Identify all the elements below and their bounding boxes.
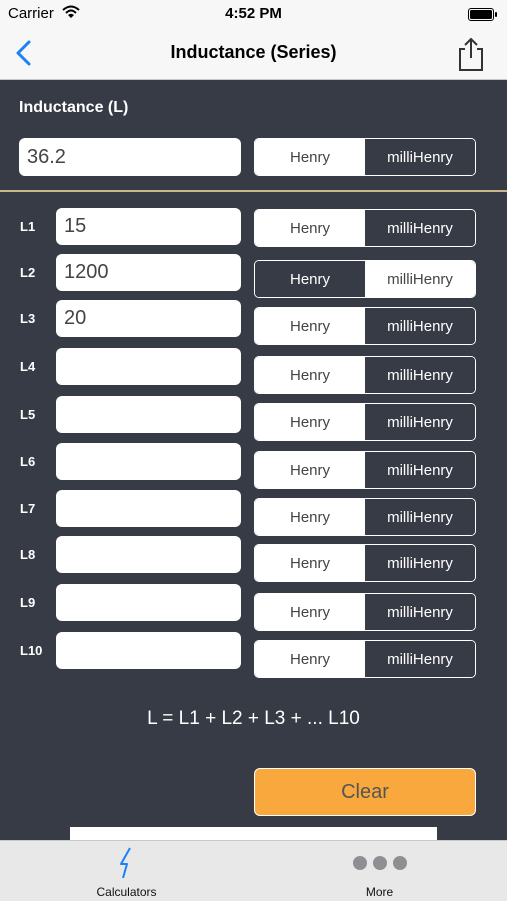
status-bar: Carrier 4:52 PM: [0, 0, 507, 28]
result-unit-millihenry[interactable]: milliHenry: [365, 139, 475, 175]
unit-option-henry[interactable]: Henry: [255, 308, 365, 344]
share-icon[interactable]: [455, 36, 487, 72]
input-field-l10[interactable]: [56, 632, 241, 669]
unit-option-henry[interactable]: Henry: [255, 641, 365, 677]
unit-option-millihenry[interactable]: milliHenry: [365, 594, 475, 630]
tab-more[interactable]: More: [253, 841, 506, 901]
unit-option-henry[interactable]: Henry: [255, 545, 365, 581]
unit-selector-l6[interactable]: Henry milliHenry: [254, 451, 476, 489]
tab-calculators-label: Calculators: [96, 885, 157, 899]
tab-more-label: More: [365, 885, 394, 899]
page-title: Inductance (Series): [170, 42, 337, 62]
input-field-l9[interactable]: [56, 584, 241, 621]
input-label-l10: L10: [20, 643, 43, 658]
unit-option-henry[interactable]: Henry: [255, 357, 365, 393]
banner-strip: [70, 827, 437, 841]
input-field-l2[interactable]: 1200: [56, 254, 241, 291]
unit-option-millihenry[interactable]: milliHenry: [365, 404, 475, 440]
unit-selector-l1[interactable]: Henry milliHenry: [254, 209, 476, 247]
unit-option-henry[interactable]: Henry: [255, 210, 365, 246]
unit-option-millihenry[interactable]: milliHenry: [365, 452, 475, 488]
input-field-l5[interactable]: [56, 396, 241, 433]
result-label: Inductance (L): [19, 99, 129, 116]
result-unit-selector[interactable]: Henry milliHenry: [254, 138, 476, 176]
input-field-l6[interactable]: [56, 443, 241, 480]
unit-selector-l3[interactable]: Henry milliHenry: [254, 307, 476, 345]
unit-option-henry[interactable]: Henry: [255, 594, 365, 630]
series-formula: L = L1 + L2 + L3 + ... L10: [147, 708, 360, 729]
input-field-l7[interactable]: [56, 490, 241, 527]
result-unit-henry[interactable]: Henry: [255, 139, 365, 175]
status-time: 4:52 PM: [225, 5, 282, 22]
lightning-bolt-icon: [118, 847, 136, 884]
unit-option-millihenry[interactable]: milliHenry: [365, 641, 475, 677]
input-label-l2: L2: [20, 265, 36, 280]
unit-option-henry[interactable]: Henry: [255, 499, 365, 535]
unit-option-millihenry[interactable]: milliHenry: [365, 261, 475, 297]
tab-bar: Calculators More: [0, 840, 507, 901]
section-divider: [0, 190, 507, 192]
unit-selector-l5[interactable]: Henry milliHenry: [254, 403, 476, 441]
input-field-l3[interactable]: 20: [56, 300, 241, 337]
result-field[interactable]: 36.2: [19, 138, 241, 176]
input-field-l4[interactable]: [56, 348, 241, 385]
unit-selector-l8[interactable]: Henry milliHenry: [254, 544, 476, 582]
battery-icon: [468, 8, 498, 25]
input-label-l3: L3: [20, 311, 36, 326]
input-label-l1: L1: [20, 219, 36, 234]
unit-option-millihenry[interactable]: milliHenry: [365, 210, 475, 246]
input-label-l9: L9: [20, 595, 36, 610]
input-label-l6: L6: [20, 454, 36, 469]
unit-option-henry[interactable]: Henry: [255, 404, 365, 440]
unit-option-millihenry[interactable]: milliHenry: [365, 308, 475, 344]
unit-selector-l2[interactable]: Henry milliHenry: [254, 260, 476, 298]
input-field-l1[interactable]: 15: [56, 208, 241, 245]
input-field-l8[interactable]: [56, 536, 241, 573]
input-label-l5: L5: [20, 407, 36, 422]
unit-selector-l10[interactable]: Henry milliHenry: [254, 640, 476, 678]
navigation-bar: Inductance (Series): [0, 28, 507, 80]
unit-option-henry[interactable]: Henry: [255, 261, 365, 297]
tab-calculators[interactable]: Calculators: [0, 841, 253, 901]
unit-selector-l7[interactable]: Henry milliHenry: [254, 498, 476, 536]
unit-option-henry[interactable]: Henry: [255, 452, 365, 488]
unit-selector-l4[interactable]: Henry milliHenry: [254, 356, 476, 394]
unit-option-millihenry[interactable]: milliHenry: [365, 499, 475, 535]
input-label-l4: L4: [20, 359, 36, 374]
more-dots-icon: [352, 855, 408, 876]
unit-option-millihenry[interactable]: milliHenry: [365, 357, 475, 393]
clear-button[interactable]: Clear: [254, 768, 476, 816]
calculator-panel: Inductance (L) 36.2 Henry milliHenry L1 1…: [0, 80, 507, 841]
unit-selector-l9[interactable]: Henry milliHenry: [254, 593, 476, 631]
input-label-l8: L8: [20, 547, 36, 562]
input-label-l7: L7: [20, 501, 36, 516]
unit-option-millihenry[interactable]: milliHenry: [365, 545, 475, 581]
